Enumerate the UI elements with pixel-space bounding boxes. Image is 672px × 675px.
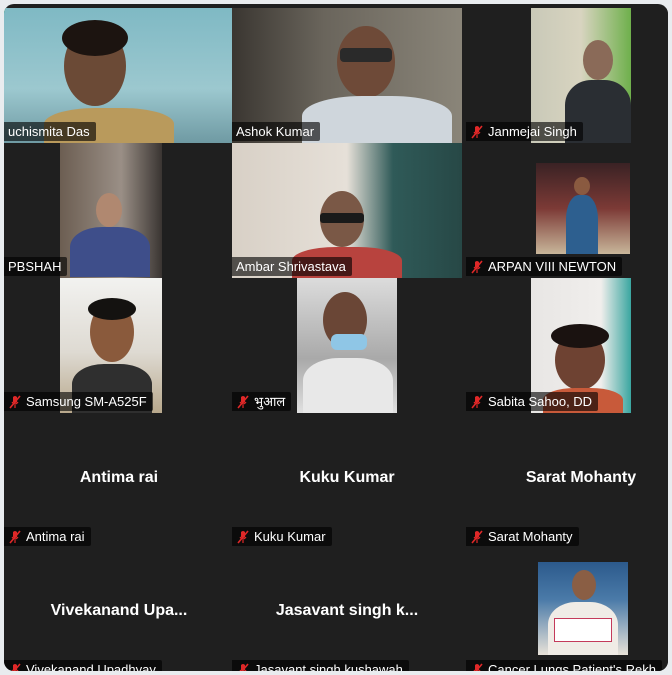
participant-name: Cancer Lungs Patient's Rekh [488,662,656,671]
participant-video [60,143,162,278]
participant-tile[interactable]: Vivekanand Upa... Vivekanand Upadhyay [4,546,234,671]
participant-name: भुआल [254,394,286,409]
participant-nameplate: Vivekanand Upadhyay [4,660,162,671]
participant-tile[interactable]: Kuku Kumar Kuku Kumar [232,413,462,548]
participant-name-large: Antima rai [79,469,159,486]
participant-nameplate: ARPAN VIII NEWTON [466,257,623,276]
video-gallery: uchismita Das Ashok Kumar Janmejai Singh… [4,4,668,671]
participant-nameplate: Cancer Lungs Patient's Rekh [466,660,662,671]
participant-tile[interactable]: Sarat Mohanty Sarat Mohanty [466,413,668,548]
participant-nameplate: भुआल [232,392,292,411]
participant-name: Jasavant singh kushawah [254,662,403,671]
participant-tile[interactable]: Samsung SM-A525F [4,278,234,413]
mic-muted-icon [236,394,250,409]
participant-video [297,278,397,413]
participant-nameplate: Sarat Mohanty [466,527,579,546]
participant-video [538,562,628,655]
participant-tile[interactable]: Sabita Sahoo, DD [466,278,668,413]
participant-nameplate: Kuku Kumar [232,527,332,546]
participant-name-large: Vivekanand Upa... [50,602,188,619]
participant-name: Ambar Shrivastava [236,259,346,274]
participant-tile[interactable]: PBSHAH [4,143,234,278]
participant-name: uchismita Das [8,124,90,139]
participant-name-large: Jasavant singh k... [275,602,419,619]
participant-name: Janmejai Singh [488,124,577,139]
participant-tile[interactable]: Ashok Kumar [232,8,462,143]
participant-name: Samsung SM-A525F [26,394,147,409]
mic-muted-icon [8,529,22,544]
mic-muted-icon [470,259,484,274]
participant-name: ARPAN VIII NEWTON [488,259,617,274]
participant-name: Antima rai [26,529,85,544]
mic-muted-icon [470,662,484,671]
participant-name: Ashok Kumar [236,124,315,139]
participant-name: Vivekanand Upadhyay [26,662,156,671]
participant-name: PBSHAH [8,259,62,274]
participant-nameplate: Jasavant singh kushawah [232,660,409,671]
participant-nameplate: Sabita Sahoo, DD [466,392,599,411]
mic-muted-icon [236,529,250,544]
participant-nameplate: uchismita Das [4,122,96,141]
participant-nameplate: Antima rai [4,527,91,546]
participant-tile[interactable]: Cancer Lungs Patient's Rekh [466,546,668,671]
participant-tile[interactable]: uchismita Das [4,8,234,143]
participant-nameplate: Ashok Kumar [232,122,321,141]
participant-tile[interactable]: Antima rai Antima rai [4,413,234,548]
participant-tile[interactable]: Janmejai Singh [466,8,668,143]
participant-nameplate: PBSHAH [4,257,68,276]
participant-video [536,163,630,254]
participant-name: Kuku Kumar [254,529,326,544]
participant-nameplate: Ambar Shrivastava [232,257,352,276]
mic-muted-icon [470,529,484,544]
participant-tile[interactable]: Jasavant singh k... Jasavant singh kusha… [232,546,462,671]
mic-muted-icon [470,124,484,139]
participant-name-large: Kuku Kumar [299,469,395,486]
participant-tile[interactable]: ARPAN VIII NEWTON [466,143,668,278]
participant-name-large: Sarat Mohanty [525,469,637,486]
participant-nameplate: Janmejai Singh [466,122,583,141]
participant-name: Sabita Sahoo, DD [488,394,593,409]
mic-muted-icon [8,394,22,409]
participant-tile[interactable]: Ambar Shrivastava [232,143,462,278]
mic-muted-icon [8,662,22,671]
participant-tile[interactable]: भुआल [232,278,462,413]
participant-nameplate: Samsung SM-A525F [4,392,153,411]
mic-muted-icon [470,394,484,409]
participant-name: Sarat Mohanty [488,529,573,544]
mic-muted-icon [236,662,250,671]
